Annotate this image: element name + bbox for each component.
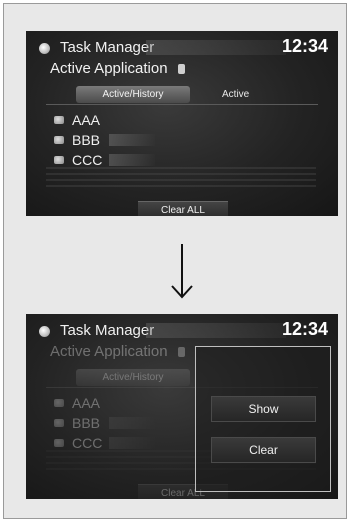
app-detail-bar bbox=[109, 437, 155, 449]
app-options-popup: Show Clear bbox=[195, 346, 331, 492]
app-detail-bar bbox=[109, 154, 155, 166]
empty-rows bbox=[46, 167, 316, 189]
show-button[interactable]: Show bbox=[211, 396, 316, 422]
app-detail-bar bbox=[109, 134, 155, 146]
header-title: Task Manager bbox=[60, 39, 155, 56]
clock: 12:34 bbox=[281, 36, 328, 56]
app-icon bbox=[54, 116, 64, 124]
header-bar bbox=[146, 40, 286, 55]
subtitle: Active Application bbox=[50, 60, 168, 77]
header-bar bbox=[146, 323, 286, 338]
tab-active[interactable]: Active bbox=[222, 89, 249, 100]
app-icon bbox=[54, 419, 64, 427]
app-label: BBB bbox=[72, 132, 101, 148]
app-icon bbox=[54, 399, 64, 407]
clear-all-button[interactable]: Clear ALL bbox=[138, 201, 228, 216]
app-label: AAA bbox=[72, 395, 101, 411]
tab-active-history[interactable]: Active/History bbox=[76, 86, 190, 103]
arrow-down-icon bbox=[167, 242, 197, 300]
task-manager-icon bbox=[39, 326, 50, 337]
subtitle-marker-icon bbox=[178, 347, 185, 357]
subtitle: Active Application bbox=[50, 343, 168, 360]
subtitle-marker-icon bbox=[178, 64, 185, 74]
tab-active-history: Active/History bbox=[76, 369, 190, 386]
app-detail-bar bbox=[109, 417, 155, 429]
app-icon bbox=[54, 136, 64, 144]
illustration-frame: Task Manager 12:34 Active Application Ac… bbox=[3, 3, 347, 519]
clock: 12:34 bbox=[281, 319, 328, 339]
task-manager-screen: Task Manager 12:34 Active Application Ac… bbox=[26, 31, 338, 216]
header-title: Task Manager bbox=[60, 322, 155, 339]
divider bbox=[46, 104, 318, 105]
app-label: BBB bbox=[72, 415, 101, 431]
clear-button[interactable]: Clear bbox=[211, 437, 316, 463]
task-manager-icon bbox=[39, 43, 50, 54]
app-label: AAA bbox=[72, 112, 101, 128]
app-icon bbox=[54, 156, 64, 164]
task-manager-screen-popup: Task Manager 12:34 Active Application Ac… bbox=[26, 314, 338, 499]
app-icon bbox=[54, 439, 64, 447]
